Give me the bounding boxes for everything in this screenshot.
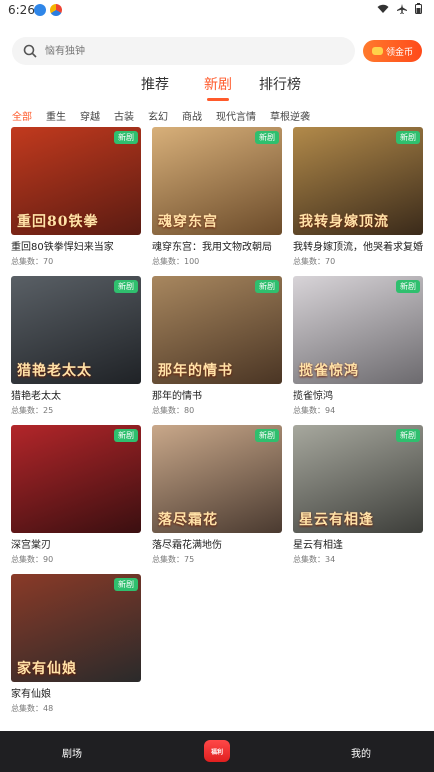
category-costume[interactable]: 古装 bbox=[114, 108, 134, 123]
poster-title: 揽雀惊鸿 bbox=[299, 363, 359, 379]
drama-title: 我转身嫁顶流，他哭着求复婚 bbox=[293, 242, 423, 253]
drama-title: 落尽霜花满地伤 bbox=[152, 540, 222, 551]
search-icon bbox=[23, 44, 37, 58]
drama-card[interactable]: 新剧揽雀惊鸿 揽雀惊鸿 总集数：94 bbox=[293, 276, 423, 416]
status-right-icons bbox=[377, 3, 422, 14]
poster-title: 我转身嫁顶流 bbox=[299, 214, 389, 230]
new-badge: 新剧 bbox=[114, 429, 138, 442]
new-badge: 新剧 bbox=[255, 429, 279, 442]
poster-title: 家有仙娘 bbox=[17, 661, 77, 677]
episode-count: 总集数：100 bbox=[152, 257, 200, 266]
drama-title: 家有仙娘 bbox=[11, 689, 51, 700]
drama-card[interactable]: 新剧星云有相逢 星云有相逢 总集数：34 bbox=[293, 425, 423, 565]
episode-count: 总集数：80 bbox=[152, 406, 195, 415]
episode-count: 总集数：48 bbox=[11, 704, 54, 713]
episode-count: 总集数：94 bbox=[293, 406, 336, 415]
new-badge: 新剧 bbox=[396, 280, 420, 293]
new-badge: 新剧 bbox=[114, 131, 138, 144]
status-time: 6:26 bbox=[8, 3, 35, 17]
poster-title: 猎艳老太太 bbox=[17, 363, 92, 379]
episode-count: 总集数：34 bbox=[293, 555, 336, 564]
drama-card[interactable]: 新剧那年的情书 那年的情书 总集数：80 bbox=[152, 276, 282, 416]
search-bar[interactable] bbox=[12, 37, 355, 65]
drama-card[interactable]: 新剧猎艳老太太 猎艳老太太 总集数：25 bbox=[11, 276, 141, 416]
poster-title: 星云有相逢 bbox=[299, 512, 374, 528]
active-tab-indicator bbox=[207, 98, 229, 101]
tab-new-dramas[interactable]: 新剧 bbox=[204, 74, 232, 94]
drama-title: 魂穿东宫：我用文物改朝局 bbox=[152, 242, 272, 253]
category-fantasy[interactable]: 玄幻 bbox=[148, 108, 168, 123]
new-badge: 新剧 bbox=[114, 280, 138, 293]
drama-poster[interactable]: 新剧我转身嫁顶流 bbox=[293, 127, 423, 235]
tab-recommended[interactable]: 推荐 bbox=[141, 74, 169, 94]
drama-poster[interactable]: 新剧魂穿东宫 bbox=[152, 127, 282, 235]
drama-poster[interactable]: 新剧 bbox=[11, 425, 141, 533]
poster-title: 落尽霜花 bbox=[158, 512, 218, 528]
category-business[interactable]: 商战 bbox=[182, 108, 202, 123]
drama-poster[interactable]: 新剧家有仙娘 bbox=[11, 574, 141, 682]
category-filter: 全部 重生 穿越 古装 玄幻 商战 现代言情 草根逆袭 bbox=[12, 108, 324, 123]
nav-welfare-button[interactable]: 福利 bbox=[204, 740, 230, 762]
new-badge: 新剧 bbox=[396, 131, 420, 144]
claim-coins-label: 领金币 bbox=[385, 47, 413, 58]
drama-title: 重回80铁拳悍妇来当家 bbox=[11, 242, 114, 253]
drama-title: 深宫棠刃 bbox=[11, 540, 51, 551]
drama-title: 那年的情书 bbox=[152, 391, 202, 402]
download-icon bbox=[34, 4, 46, 16]
drama-card[interactable]: 新剧落尽霜花 落尽霜花满地伤 总集数：75 bbox=[152, 425, 282, 565]
episode-count: 总集数：25 bbox=[11, 406, 54, 415]
drama-poster[interactable]: 新剧那年的情书 bbox=[152, 276, 282, 384]
category-all[interactable]: 全部 bbox=[12, 108, 32, 123]
drama-card[interactable]: 新剧 深宫棠刃 总集数：90 bbox=[11, 425, 141, 565]
poster-title: 那年的情书 bbox=[158, 363, 233, 379]
drama-poster[interactable]: 新剧猎艳老太太 bbox=[11, 276, 141, 384]
battery-icon bbox=[415, 3, 422, 14]
drama-card[interactable]: 新剧我转身嫁顶流 我转身嫁顶流，他哭着求复婚 总集数：70 bbox=[293, 127, 423, 267]
airplane-icon bbox=[397, 3, 407, 14]
poster-title: 重回80铁拳 bbox=[17, 214, 99, 230]
new-badge: 新剧 bbox=[255, 280, 279, 293]
drama-card[interactable]: 新剧家有仙娘 家有仙娘 总集数：48 bbox=[11, 574, 141, 714]
category-time-travel[interactable]: 穿越 bbox=[80, 108, 100, 123]
new-badge: 新剧 bbox=[396, 429, 420, 442]
poster-title: 魂穿东宫 bbox=[158, 214, 218, 230]
wifi-icon bbox=[377, 4, 389, 13]
drama-card[interactable]: 新剧魂穿东宫 魂穿东宫：我用文物改朝局 总集数：100 bbox=[152, 127, 282, 267]
claim-coins-button[interactable]: 领金币 bbox=[363, 40, 422, 62]
main-tabs: 推荐 新剧 排行榜 bbox=[0, 74, 434, 101]
category-modern-romance[interactable]: 现代言情 bbox=[216, 108, 256, 123]
nav-welfare-label: 福利 bbox=[210, 748, 223, 756]
nav-theater[interactable]: 剧场 bbox=[62, 745, 82, 760]
episode-count: 总集数：75 bbox=[152, 555, 195, 564]
coin-icon bbox=[371, 47, 383, 55]
drama-title: 揽雀惊鸿 bbox=[293, 391, 333, 402]
drama-poster[interactable]: 新剧重回80铁拳 bbox=[11, 127, 141, 235]
app-notification-icon bbox=[50, 4, 62, 16]
drama-poster[interactable]: 新剧揽雀惊鸿 bbox=[293, 276, 423, 384]
drama-poster[interactable]: 新剧星云有相逢 bbox=[293, 425, 423, 533]
bottom-navigation: 剧场 福利 我的 bbox=[0, 731, 434, 772]
drama-title: 星云有相逢 bbox=[293, 540, 343, 551]
new-badge: 新剧 bbox=[255, 131, 279, 144]
category-rebirth[interactable]: 重生 bbox=[46, 108, 66, 123]
category-underdog[interactable]: 草根逆袭 bbox=[270, 108, 310, 123]
episode-count: 总集数：70 bbox=[11, 257, 54, 266]
nav-profile[interactable]: 我的 bbox=[351, 745, 371, 760]
episode-count: 总集数：70 bbox=[293, 257, 336, 266]
drama-title: 猎艳老太太 bbox=[11, 391, 61, 402]
new-badge: 新剧 bbox=[114, 578, 138, 591]
episode-count: 总集数：90 bbox=[11, 555, 54, 564]
drama-card[interactable]: 新剧重回80铁拳 重回80铁拳悍妇来当家 总集数：70 bbox=[11, 127, 141, 267]
status-bar: 6:26 bbox=[0, 0, 434, 22]
drama-poster[interactable]: 新剧落尽霜花 bbox=[152, 425, 282, 533]
search-input[interactable] bbox=[43, 44, 327, 58]
tab-rankings[interactable]: 排行榜 bbox=[259, 74, 301, 94]
